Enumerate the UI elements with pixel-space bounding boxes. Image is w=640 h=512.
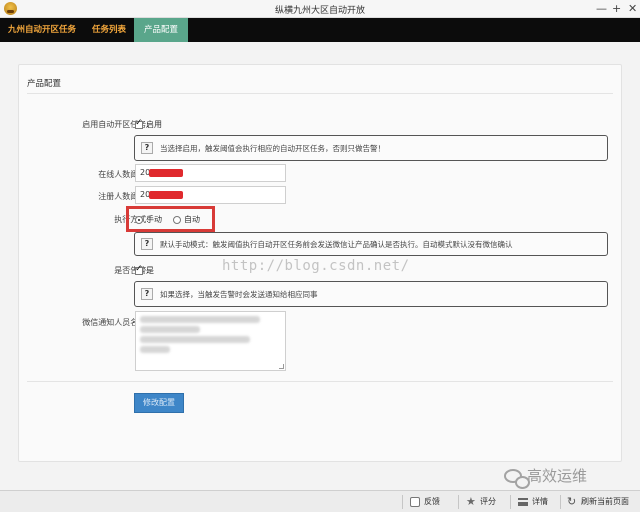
details-label: 详情 — [532, 497, 548, 506]
enable-task-option-label: 启用 — [146, 120, 162, 129]
alert-hint-text: 如果选择，当触发告警时会发送通知给相应同事 — [160, 289, 318, 299]
window-title: 纵横九州大区自动开放 — [274, 6, 365, 16]
redaction-mark — [149, 191, 183, 199]
alert-option: 是 — [135, 264, 154, 276]
divider — [27, 381, 613, 382]
save-config-button[interactable]: 修改配置 — [134, 393, 184, 413]
rate-label: 评分 — [480, 497, 496, 506]
brand-watermark: 高效运维 — [504, 465, 588, 489]
refresh-label: 刷新当前页面 — [581, 497, 629, 506]
feedback-label: 反馈 — [424, 497, 440, 506]
divider — [27, 93, 613, 94]
panel-title: 产品配置 — [27, 79, 62, 89]
online-threshold-input[interactable]: 20 — [135, 164, 286, 182]
alert-checkbox[interactable] — [135, 264, 143, 275]
wechat-recipients-textarea[interactable] — [135, 311, 286, 371]
enable-task-option: 启用 — [135, 118, 162, 130]
divider — [458, 495, 459, 509]
title-bar: 纵横九州大区自动开放 — + ✕ — [0, 0, 640, 18]
alert-option-label: 是 — [146, 266, 154, 275]
redaction-mark — [149, 169, 183, 177]
mode-auto-radio[interactable] — [173, 215, 181, 224]
nav-bar: 九州自动开区任务 任务列表 产品配置 — [0, 18, 640, 42]
divider — [510, 495, 511, 509]
tab-product-config[interactable]: 产品配置 — [134, 18, 189, 42]
question-icon: ? — [141, 238, 153, 250]
exec-mode-hint-text: 默认手动模式：触发阈值执行自动开区任务前会发送微信让产品确认是否执行。自动模式默… — [160, 239, 513, 249]
question-icon: ? — [141, 288, 153, 300]
list-icon — [518, 497, 528, 506]
question-icon: ? — [141, 142, 153, 154]
exec-mode-hint: ? 默认手动模式：触发阈值执行自动开区任务前会发送微信让产品确认是否执行。自动模… — [134, 232, 608, 256]
blurred-text — [140, 336, 250, 343]
enable-task-hint-text: 当选择启用，触发阈值会执行相应的自动开区任务，否则只做告警！ — [160, 143, 385, 153]
star-icon: ★ — [466, 494, 476, 508]
tab-auto-open-task[interactable]: 九州自动开区任务 — [0, 18, 84, 42]
rate-button[interactable]: ★ 评分 — [462, 491, 500, 512]
divider — [560, 495, 561, 509]
minimize-button[interactable]: — — [596, 2, 607, 16]
blurred-text — [140, 326, 200, 333]
register-threshold-input[interactable]: 20 — [135, 186, 286, 204]
refresh-button[interactable]: ↻ 刷新当前页面 — [563, 491, 633, 512]
mode-auto-label: 自动 — [184, 215, 200, 224]
status-bar: 反馈 ★ 评分 详情 ↻ 刷新当前页面 — [0, 490, 640, 512]
tab-task-list[interactable]: 任务列表 — [84, 18, 134, 42]
wechat-icon — [504, 468, 530, 489]
brand-watermark-text: 高效运维 — [527, 467, 588, 485]
maximize-button[interactable]: + — [612, 2, 621, 16]
exec-mode-group: 手动 自动 — [135, 214, 200, 225]
details-button[interactable]: 详情 — [514, 491, 552, 512]
window-controls: — + ✕ — [596, 1, 637, 17]
blurred-text — [140, 316, 260, 323]
mode-manual-radio[interactable] — [135, 215, 143, 224]
alert-hint: ? 如果选择，当触发告警时会发送通知给相应同事 — [134, 281, 608, 307]
refresh-icon: ↻ — [567, 494, 577, 508]
resize-handle[interactable] — [279, 364, 284, 369]
enable-task-hint: ? 当选择启用，触发阈值会执行相应的自动开区任务，否则只做告警！ — [134, 135, 608, 161]
feedback-icon — [410, 496, 420, 507]
close-button[interactable]: ✕ — [628, 2, 637, 16]
blog-watermark: http://blog.csdn.net/ — [222, 258, 410, 274]
mode-manual-label: 手动 — [146, 215, 162, 224]
blurred-text — [140, 346, 170, 353]
enable-task-checkbox[interactable] — [135, 118, 143, 129]
divider — [402, 495, 403, 509]
feedback-button[interactable]: 反馈 — [406, 491, 444, 512]
